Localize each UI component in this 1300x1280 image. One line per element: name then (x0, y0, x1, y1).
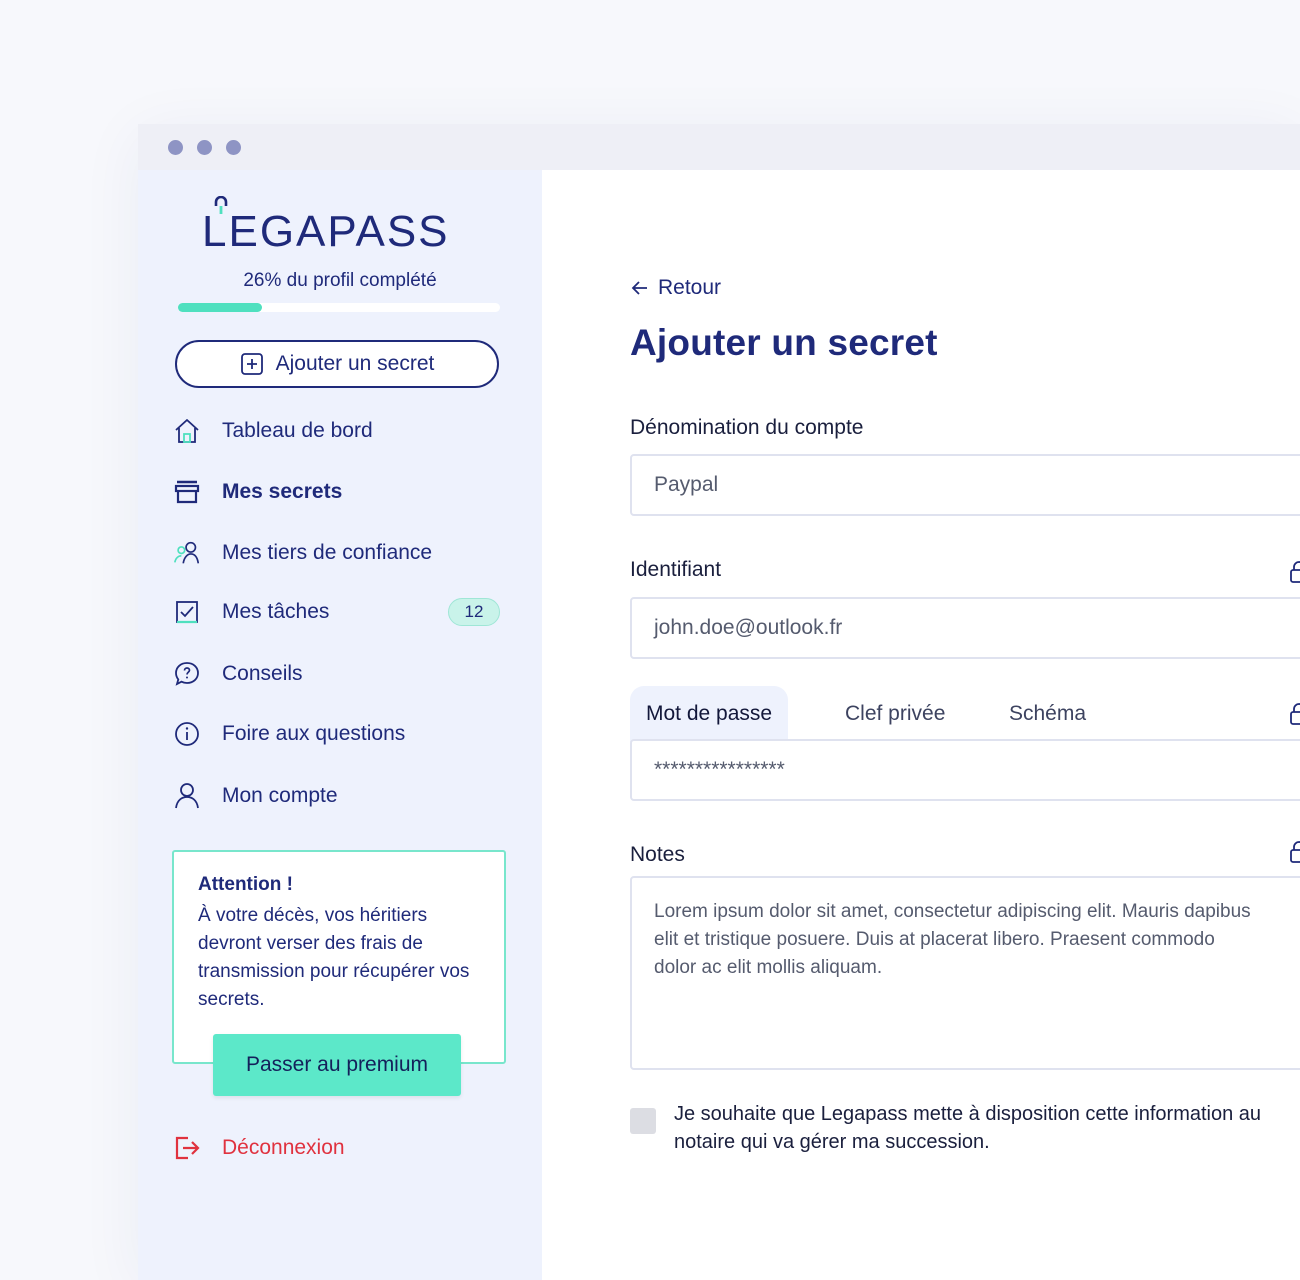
tab-private-key[interactable]: Clef privée (845, 686, 945, 742)
password-input[interactable]: **************** (630, 739, 1300, 801)
window-dot-2[interactable] (197, 140, 212, 155)
back-link[interactable]: Retour (630, 276, 721, 300)
chat-question-icon (172, 659, 202, 689)
logout-label: Déconnexion (222, 1136, 345, 1159)
logo-text: EGAPASS (228, 207, 450, 256)
logo-lock-icon (214, 196, 228, 214)
back-label: Retour (658, 276, 722, 299)
notary-consent-checkbox[interactable] (630, 1108, 656, 1134)
notes-label: Notes (630, 843, 685, 866)
window-titlebar (138, 124, 1300, 170)
tab-password[interactable]: Mot de passe (630, 686, 789, 742)
main-content: Retour Ajouter un secret Dénomination du… (542, 170, 1300, 1280)
app-window: LEGAPASS 26% du profil complété Ajouter … (138, 124, 1300, 1280)
alert-title: Attention ! (198, 874, 293, 895)
plus-square-icon (240, 353, 263, 375)
sidebar-item-label: Mon compte (222, 784, 338, 807)
identifier-label: Identifiant (630, 558, 722, 581)
sidebar-item-secrets[interactable]: Mes secrets (172, 472, 512, 512)
alert-body: À votre décès, vos héritiers devront ver… (198, 905, 470, 1010)
sidebar: LEGAPASS 26% du profil complété Ajouter … (138, 170, 542, 1280)
logout-button[interactable]: Déconnexion (172, 1128, 432, 1168)
arrow-left-icon (631, 281, 647, 295)
notes-textarea[interactable]: Lorem ipsum dolor sit amet, consectetur … (630, 876, 1300, 1070)
page-title: Ajouter un secret (630, 322, 938, 363)
go-premium-button[interactable]: Passer au premium (213, 1034, 461, 1096)
users-icon (172, 538, 202, 568)
sidebar-item-label: Conseils (222, 662, 303, 685)
premium-alert-box: Attention ! À votre décès, vos héritiers… (172, 850, 506, 1064)
sidebar-item-label: Mes tiers de confiance (222, 541, 433, 564)
sidebar-item-label: Mes secrets (222, 480, 343, 503)
sidebar-item-tips[interactable]: Conseils (172, 654, 512, 694)
add-secret-button[interactable]: Ajouter un secret (175, 340, 499, 388)
user-icon (172, 781, 202, 811)
sidebar-item-label: Foire aux questions (222, 722, 406, 745)
sidebar-item-faq[interactable]: Foire aux questions (172, 714, 512, 754)
add-secret-label: Ajouter un secret (275, 352, 435, 375)
sidebar-item-trusted[interactable]: Mes tiers de confiance (172, 533, 512, 573)
lock-icon[interactable] (1290, 840, 1300, 864)
sidebar-item-dashboard[interactable]: Tableau de bord (172, 411, 512, 451)
info-icon (172, 719, 202, 749)
window-dot-3[interactable] (226, 140, 241, 155)
lock-icon[interactable] (1290, 560, 1300, 584)
sidebar-item-tasks[interactable]: Mes tâches 12 (172, 592, 512, 632)
tasks-count-badge: 12 (448, 598, 500, 626)
checkbox-icon (172, 597, 202, 627)
sidebar-item-label: Tableau de bord (222, 419, 373, 442)
sidebar-item-account[interactable]: Mon compte (172, 776, 512, 816)
home-icon (172, 416, 202, 446)
archive-icon (172, 477, 202, 507)
lock-icon[interactable] (1290, 702, 1300, 726)
secret-type-tabs: Mot de passe Clef privée Schéma (630, 686, 1290, 742)
profile-progress-fill (178, 303, 262, 312)
window-dot-1[interactable] (168, 140, 183, 155)
logout-icon (172, 1133, 202, 1163)
profile-progress-label: 26% du profil complété (243, 270, 437, 291)
account-name-label: Dénomination du compte (630, 416, 864, 439)
account-name-input[interactable]: Paypal (630, 454, 1300, 516)
tab-pattern[interactable]: Schéma (1009, 686, 1086, 742)
profile-progress-bar (178, 303, 500, 312)
sidebar-item-label: Mes tâches (222, 600, 330, 623)
legapass-logo[interactable]: LEGAPASS (202, 194, 450, 254)
notary-consent-label: Je souhaite que Legapass mette à disposi… (674, 1103, 1262, 1153)
identifier-input[interactable]: john.doe@outlook.fr (630, 597, 1300, 659)
